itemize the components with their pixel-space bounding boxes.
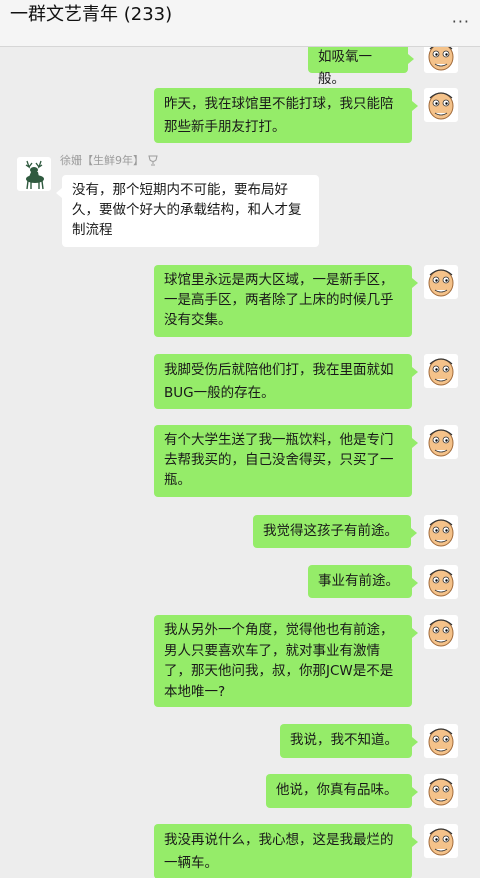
message-bubble[interactable]: 如吸氧一般。 bbox=[308, 47, 414, 87]
avatar[interactable] bbox=[17, 157, 51, 191]
cartoon-face-icon bbox=[424, 774, 458, 808]
message-bubble[interactable]: 没有，那个短期内不可能，要布局好久，要做个好大的承载结构，和人才复制流程 bbox=[56, 175, 319, 247]
cartoon-face-icon bbox=[424, 724, 458, 758]
cartoon-face-icon bbox=[424, 265, 458, 299]
message-bubble[interactable]: 有个大学生送了我一瓶饮料，他是专门去帮我买的，自己没舍得买，只买了一瓶。 bbox=[154, 425, 418, 497]
message-bubble[interactable]: 我从另外一个角度，觉得他也有前途，男人只要喜欢车了，就对事业有激情了，那天他问我… bbox=[154, 615, 418, 707]
chat-header: 一群文艺青年 (233) ··· bbox=[0, 0, 480, 47]
trophy-icon bbox=[147, 154, 159, 169]
avatar[interactable] bbox=[424, 515, 458, 549]
message-bubble[interactable]: 我觉得这孩子有前途。 bbox=[253, 515, 417, 548]
cartoon-face-icon bbox=[424, 565, 458, 599]
cartoon-face-icon bbox=[424, 354, 458, 388]
message-bubble[interactable]: 球馆里永远是两大区域，一是新手区，一是高手区，两者除了上床的时候几乎没有交集。 bbox=[154, 265, 418, 337]
avatar[interactable] bbox=[424, 774, 458, 808]
cartoon-face-icon bbox=[424, 515, 458, 549]
cartoon-face-icon bbox=[424, 425, 458, 459]
avatar[interactable] bbox=[424, 425, 458, 459]
message-bubble[interactable]: 事业有前途。 bbox=[308, 565, 418, 598]
sender-name: 徐姗【生鲜9年】 bbox=[60, 152, 159, 169]
cartoon-face-icon bbox=[424, 88, 458, 122]
message-list[interactable]: 如吸氧一般。 昨天，我在球馆里不能打球，我只能陪那些新手朋友打打。 徐姗【生鲜9… bbox=[0, 47, 480, 878]
avatar[interactable] bbox=[424, 565, 458, 599]
avatar[interactable] bbox=[424, 615, 458, 649]
message-bubble[interactable]: 他说，你真有品味。 bbox=[266, 774, 418, 808]
cartoon-face-icon bbox=[424, 824, 458, 858]
message-bubble[interactable]: 我说，我不知道。 bbox=[280, 724, 418, 758]
group-title: 一群文艺青年 (233) bbox=[10, 4, 173, 25]
message-bubble[interactable]: 我没再说什么，我心想，这是我最烂的一辆车。 bbox=[154, 824, 418, 878]
message-bubble[interactable]: 我脚受伤后就陪他们打，我在里面就如BUG一般的存在。 bbox=[154, 354, 418, 409]
avatar[interactable] bbox=[424, 724, 458, 758]
cartoon-face-icon bbox=[424, 615, 458, 649]
avatar[interactable] bbox=[424, 824, 458, 858]
message-bubble[interactable]: 昨天，我在球馆里不能打球，我只能陪那些新手朋友打打。 bbox=[154, 88, 418, 143]
avatar[interactable] bbox=[424, 354, 458, 388]
avatar[interactable] bbox=[424, 88, 458, 122]
more-options-button[interactable]: ··· bbox=[452, 14, 470, 30]
avatar[interactable] bbox=[424, 47, 458, 73]
avatar[interactable] bbox=[424, 265, 458, 299]
cartoon-face-icon bbox=[424, 47, 458, 73]
deer-icon bbox=[17, 157, 51, 191]
